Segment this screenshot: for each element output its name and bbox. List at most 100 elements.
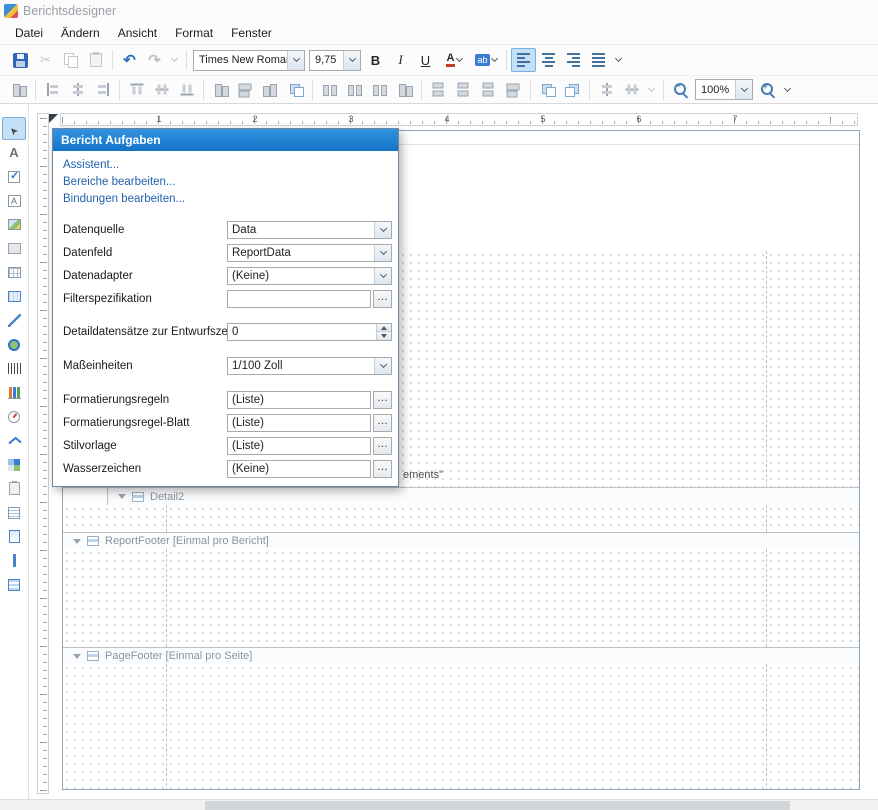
- make-same-size-button[interactable]: [283, 78, 308, 102]
- align-tops-button[interactable]: [124, 78, 149, 102]
- align-rights-button[interactable]: [90, 78, 115, 102]
- zoom-options-dropdown[interactable]: [780, 78, 795, 102]
- font-name-combo[interactable]: Times New Roman: [193, 50, 305, 71]
- gauge-tool[interactable]: [2, 405, 26, 428]
- italic-button[interactable]: I: [388, 48, 413, 72]
- send-to-back-button[interactable]: [619, 78, 644, 102]
- pivotgrid-tool[interactable]: [2, 453, 26, 476]
- picturebox-tool[interactable]: [2, 213, 26, 236]
- increase-vertical-spacing-button[interactable]: [451, 78, 476, 102]
- collapse-band-icon[interactable]: [118, 494, 126, 499]
- dropdown-arrow-icon[interactable]: [374, 245, 391, 261]
- ellipsis-button[interactable]: [373, 460, 392, 478]
- subreport-tool[interactable]: [2, 477, 26, 500]
- dropdown-arrow-icon[interactable]: [374, 222, 391, 238]
- collapse-band-icon[interactable]: [73, 539, 81, 544]
- menu-ansicht[interactable]: Ansicht: [109, 23, 166, 43]
- line-tool[interactable]: [2, 309, 26, 332]
- filter-editor-field[interactable]: [227, 290, 392, 308]
- shape-tool[interactable]: [2, 333, 26, 356]
- remove-vertical-spacing-button[interactable]: [501, 78, 526, 102]
- ellipsis-button[interactable]: [373, 391, 392, 409]
- zoom-combo[interactable]: 100%: [695, 79, 753, 100]
- style-sheet-field[interactable]: (Liste): [227, 437, 392, 455]
- masseinheiten-combo[interactable]: 1/100 Zoll: [227, 357, 392, 375]
- datenquelle-combo[interactable]: Data: [227, 221, 392, 239]
- label-tool[interactable]: [2, 141, 26, 164]
- center-vertically-button[interactable]: [560, 78, 585, 102]
- reportfooter-band-area[interactable]: [63, 549, 859, 647]
- menu-format[interactable]: Format: [166, 23, 222, 43]
- detail2-band-area[interactable]: [63, 505, 859, 532]
- font-color-button[interactable]: A: [438, 48, 470, 72]
- font-size-dropdown-icon[interactable]: [343, 51, 360, 70]
- table-of-contents-tool[interactable]: [2, 501, 26, 524]
- align-left-button[interactable]: [511, 48, 536, 72]
- save-button[interactable]: [8, 48, 33, 72]
- bold-button[interactable]: B: [363, 48, 388, 72]
- paste-button[interactable]: [83, 48, 108, 72]
- equal-horizontal-spacing-button[interactable]: [317, 78, 342, 102]
- layout-options-dropdown[interactable]: [644, 78, 659, 102]
- dropdown-arrow-icon[interactable]: [374, 268, 391, 284]
- make-same-height-button[interactable]: [258, 78, 283, 102]
- ellipsis-button[interactable]: [373, 437, 392, 455]
- align-centers-button[interactable]: [65, 78, 90, 102]
- highlight-color-button[interactable]: ab: [470, 48, 502, 72]
- undo-button[interactable]: [117, 48, 142, 72]
- decrease-horizontal-spacing-button[interactable]: [367, 78, 392, 102]
- make-same-width-button[interactable]: [208, 78, 233, 102]
- increase-horizontal-spacing-button[interactable]: [342, 78, 367, 102]
- formatting-rule-sheet-field[interactable]: (Liste): [227, 414, 392, 432]
- bring-to-front-button[interactable]: [594, 78, 619, 102]
- chart-tool[interactable]: [2, 381, 26, 404]
- zoom-in-button[interactable]: [755, 78, 780, 102]
- align-bottoms-button[interactable]: [174, 78, 199, 102]
- menu-datei[interactable]: Datei: [6, 23, 52, 43]
- equal-vertical-spacing-button[interactable]: [426, 78, 451, 102]
- band-header-detail2[interactable]: Detail2: [107, 488, 859, 505]
- pointer-tool[interactable]: [2, 117, 26, 140]
- menu-fenster[interactable]: Fenster: [222, 23, 281, 43]
- alignment-options-dropdown[interactable]: [611, 48, 626, 72]
- zoom-dropdown-icon[interactable]: [735, 80, 752, 99]
- ellipsis-button[interactable]: [373, 290, 392, 308]
- copy-button[interactable]: [58, 48, 83, 72]
- band-header-pagefooter[interactable]: PageFooter [Einmal pro Seite]: [63, 647, 859, 664]
- ellipsis-button[interactable]: [373, 414, 392, 432]
- dropdown-arrow-icon[interactable]: [374, 358, 391, 374]
- band-header-reportfooter[interactable]: ReportFooter [Einmal pro Bericht]: [63, 532, 859, 549]
- cut-button[interactable]: [33, 48, 58, 72]
- table-tool[interactable]: [2, 261, 26, 284]
- bindungen-bearbeiten-link[interactable]: Bindungen bearbeiten...: [63, 193, 398, 206]
- checkbox-tool[interactable]: [2, 165, 26, 188]
- font-size-combo[interactable]: 9,75: [309, 50, 361, 71]
- richtext-tool[interactable]: [2, 189, 26, 212]
- zoom-out-button[interactable]: [668, 78, 693, 102]
- page-info-tool[interactable]: [2, 525, 26, 548]
- horizontal-scrollbar[interactable]: [0, 799, 878, 810]
- character-comb-tool[interactable]: [2, 285, 26, 308]
- menu-aendern[interactable]: Ändern: [52, 23, 109, 43]
- crossband-box-tool[interactable]: [2, 573, 26, 596]
- align-to-grid-button[interactable]: [6, 78, 31, 102]
- partially-hidden-label[interactable]: ements": [403, 469, 443, 481]
- align-lefts-button[interactable]: [40, 78, 65, 102]
- barcode-tool[interactable]: [2, 357, 26, 380]
- align-justify-button[interactable]: [586, 48, 611, 72]
- pagefooter-band-area[interactable]: [63, 664, 859, 790]
- scrollbar-thumb[interactable]: [205, 801, 790, 810]
- datenfeld-combo[interactable]: ReportData: [227, 244, 392, 262]
- undo-history-dropdown[interactable]: [167, 48, 182, 72]
- collapse-band-icon[interactable]: [73, 654, 81, 659]
- crossband-line-tool[interactable]: [2, 549, 26, 572]
- size-to-grid-button[interactable]: [233, 78, 258, 102]
- assistent-link[interactable]: Assistent...: [63, 159, 398, 172]
- font-name-dropdown-icon[interactable]: [287, 51, 304, 70]
- align-middles-button[interactable]: [149, 78, 174, 102]
- detail-count-spinner[interactable]: 0: [227, 323, 392, 341]
- redo-button[interactable]: [142, 48, 167, 72]
- align-center-button[interactable]: [536, 48, 561, 72]
- bereiche-bearbeiten-link[interactable]: Bereiche bearbeiten...: [63, 176, 398, 189]
- panel-tool[interactable]: [2, 237, 26, 260]
